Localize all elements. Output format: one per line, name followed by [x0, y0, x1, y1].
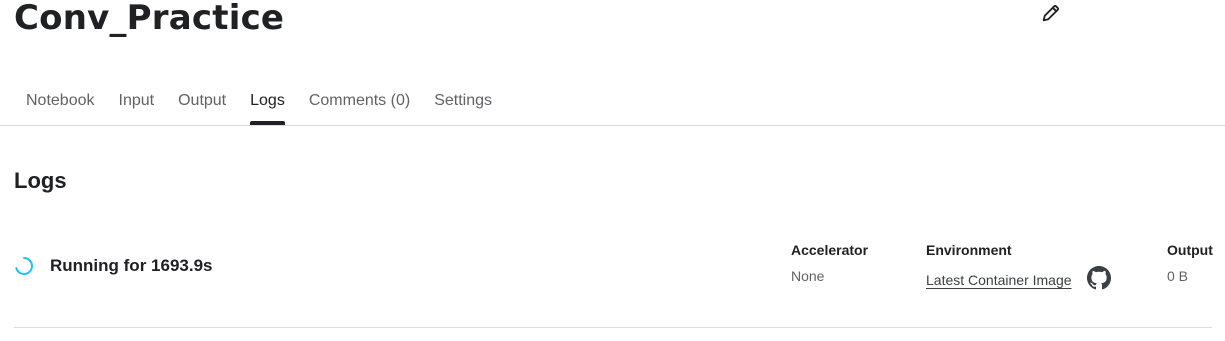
- tab-notebook[interactable]: Notebook: [14, 84, 107, 125]
- logs-divider: [14, 327, 1212, 328]
- tab-bar: Notebook Input Output Logs Comments (0) …: [14, 84, 504, 125]
- tab-input[interactable]: Input: [107, 84, 167, 125]
- environment-link[interactable]: Latest Container Image: [926, 272, 1072, 288]
- notebook-title: Conv_Practice: [14, 0, 285, 38]
- accelerator-value: None: [791, 268, 825, 284]
- github-icon[interactable]: [1087, 266, 1111, 290]
- tab-settings[interactable]: Settings: [422, 84, 504, 125]
- tab-logs[interactable]: Logs: [238, 84, 297, 125]
- output-size-value: 0 B: [1167, 268, 1189, 284]
- spinner-icon: [15, 257, 33, 275]
- accelerator-label: Accelerator: [791, 242, 869, 258]
- run-status: Running for 1693.9s: [14, 256, 212, 276]
- kernel-page: Conv_Practice Notebook Input Output Logs…: [0, 0, 1225, 341]
- tab-output[interactable]: Output: [166, 84, 238, 125]
- logs-heading: Logs: [14, 168, 67, 193]
- environment-label: Environment: [926, 242, 1012, 258]
- output-label: Output: [1167, 242, 1213, 258]
- tab-comments[interactable]: Comments (0): [297, 84, 422, 125]
- pencil-icon: [1042, 4, 1060, 22]
- edit-title-button[interactable]: [1038, 0, 1064, 26]
- tab-bar-divider: [0, 125, 1225, 126]
- run-status-text: Running for 1693.9s: [50, 256, 213, 275]
